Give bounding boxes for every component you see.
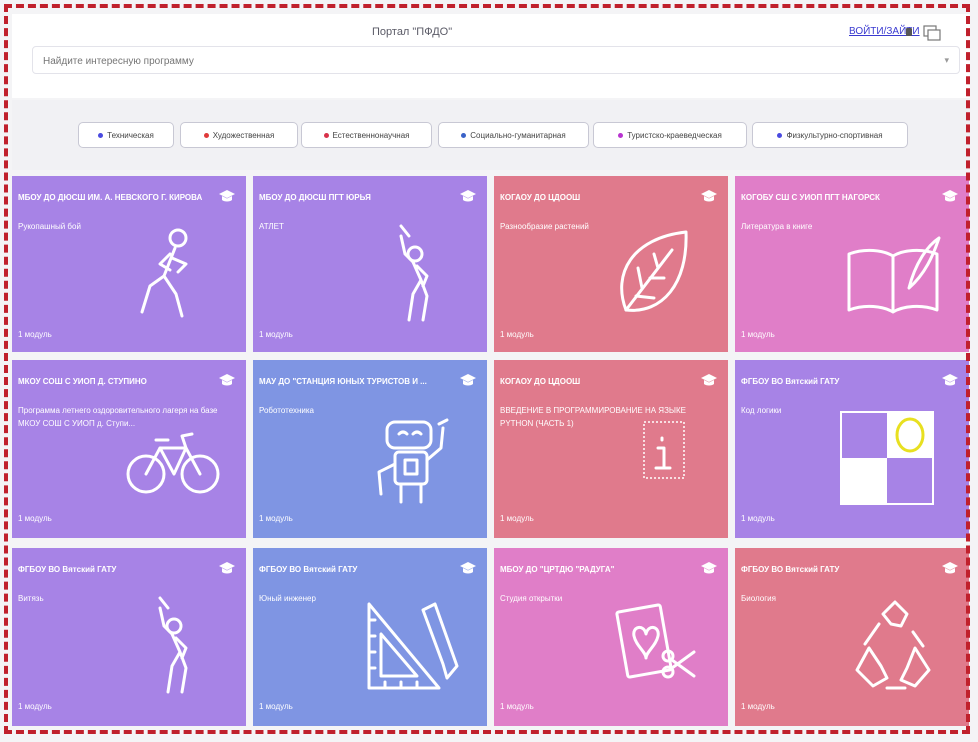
portal-title: Портал "ПФДО" <box>372 26 453 38</box>
graduation-cap-icon <box>460 562 476 574</box>
graduation-cap-icon <box>942 374 958 386</box>
filter-color-dot <box>203 132 209 138</box>
card-modules-count: 1 модуль <box>259 330 293 339</box>
program-card[interactable]: КОГАОУ ДО ЦДООШ ВВЕДЕНИЕ В ПРОГРАММИРОВАН… <box>494 360 728 538</box>
filter-color-dot <box>98 132 104 138</box>
leaf-icon <box>620 230 688 312</box>
program-card[interactable]: МБОУ ДО ДЮСШ ПГТ ЮРЬЯ АТЛЕТ 1 модуль <box>253 176 487 352</box>
graduation-cap-icon <box>942 190 958 202</box>
filter-color-dot <box>777 132 783 138</box>
athlete-icon <box>399 224 429 322</box>
book-icon <box>847 236 941 314</box>
user-icon[interactable] <box>920 24 942 42</box>
card-org-name: ФГБОУ ВО Вятский ГАТУ <box>259 565 358 574</box>
program-card[interactable]: ФГБОУ ВО Вятский ГАТУ Биология 1 модуль <box>735 548 969 726</box>
fighter-icon <box>140 228 188 318</box>
filter-chip[interactable]: Естественнонаучная <box>301 122 432 148</box>
card-org-name: МАУ ДО "СТАНЦИЯ ЮНЫХ ТУРИСТОВ И ... <box>259 377 427 386</box>
filter-chip-label: Художественная <box>212 130 275 140</box>
card-scissors-icon <box>615 603 696 679</box>
filter-color-dot <box>618 132 624 138</box>
graduation-cap-icon <box>219 374 235 386</box>
card-org-name: МБОУ ДО ДЮСШ ИМ. А. НЕВСКОГО Г. КИРОВА <box>18 193 203 202</box>
robot-icon <box>377 418 449 504</box>
search-input[interactable] <box>41 48 925 74</box>
graduation-cap-icon <box>219 190 235 202</box>
program-card[interactable]: МАУ ДО "СТАНЦИЯ ЮНЫХ ТУРИСТОВ И ... Робот… <box>253 360 487 538</box>
card-org-name: ФГБОУ ВО Вятский ГАТУ <box>741 377 840 386</box>
card-org-name: МБОУ ДО "ЦРТДЮ "РАДУГА" <box>500 565 615 574</box>
card-modules-count: 1 модуль <box>18 514 52 523</box>
card-modules-count: 1 модуль <box>500 702 534 711</box>
program-card[interactable]: МКОУ СОШ С УИОП Д. СТУПИНО Программа летн… <box>12 360 246 538</box>
recycle-icon <box>855 600 931 690</box>
card-org-name: ФГБОУ ВО Вятский ГАТУ <box>18 565 117 574</box>
filter-chip[interactable]: Социально-гуманитарная <box>438 122 589 148</box>
program-card[interactable]: ФГБОУ ВО Вятский ГАТУ Юный инженер 1 модул… <box>253 548 487 726</box>
program-card[interactable]: МБОУ ДО "ЦРТДЮ "РАДУГА" Студия открытки 1 … <box>494 548 728 726</box>
graduation-cap-icon <box>701 562 717 574</box>
filter-chip[interactable]: Техническая <box>78 122 174 148</box>
graduation-cap-icon <box>701 190 717 202</box>
filter-chip[interactable]: Физкультурно-спортивная <box>752 122 908 148</box>
filter-color-dot <box>323 132 329 138</box>
menu-icon[interactable] <box>906 28 912 36</box>
program-card[interactable]: ФГБОУ ВО Вятский ГАТУ Витязь 1 модуль <box>12 548 246 726</box>
info-icon <box>643 421 685 479</box>
program-card[interactable]: ФГБОУ ВО Вятский ГАТУ Код логики 1 модуль <box>735 360 969 538</box>
athlete-icon <box>158 596 188 694</box>
filter-chip-label: Туристско-краеведческая <box>627 130 722 140</box>
card-org-name: МБОУ ДО ДЮСШ ПГТ ЮРЬЯ <box>259 193 371 202</box>
card-org-name: КОГОБУ СШ С УИОП ПГТ НАГОРСК <box>741 193 880 202</box>
card-org-name: МКОУ СОШ С УИОП Д. СТУПИНО <box>18 377 147 386</box>
program-card[interactable]: МБОУ ДО ДЮСШ ИМ. А. НЕВСКОГО Г. КИРОВА Ру… <box>12 176 246 352</box>
graduation-cap-icon <box>701 374 717 386</box>
program-card[interactable]: КОГАОУ ДО ЦДООШ Разнообразие растений 1 мо… <box>494 176 728 352</box>
filter-chip[interactable]: Художественная <box>180 122 298 148</box>
card-org-name: КОГАОУ ДО ЦДООШ <box>500 377 581 386</box>
program-card[interactable]: КОГОБУ СШ С УИОП ПГТ НАГОРСК Литература в… <box>735 176 969 352</box>
filter-chip-label: Естественнонаучная <box>332 130 410 140</box>
filter-color-dot <box>461 132 467 138</box>
search-box[interactable]: ▾ <box>32 46 960 74</box>
card-modules-count: 1 модуль <box>741 702 775 711</box>
logic-grid-icon <box>840 411 934 505</box>
card-modules-count: 1 модуль <box>18 330 52 339</box>
graduation-cap-icon <box>219 562 235 574</box>
card-modules-count: 1 модуль <box>500 514 534 523</box>
card-modules-count: 1 модуль <box>259 514 293 523</box>
filter-chip-label: Техническая <box>107 130 154 140</box>
card-org-name: КОГАОУ ДО ЦДООШ <box>500 193 581 202</box>
card-modules-count: 1 модуль <box>500 330 534 339</box>
card-modules-count: 1 модуль <box>741 514 775 523</box>
card-org-name: ФГБОУ ВО Вятский ГАТУ <box>741 565 840 574</box>
filter-chip[interactable]: Туристско-краеведческая <box>593 122 747 148</box>
filter-chip-label: Социально-гуманитарная <box>470 130 566 140</box>
bicycle-icon <box>126 432 220 494</box>
ruler-pencil-icon <box>367 602 459 690</box>
card-modules-count: 1 модуль <box>259 702 293 711</box>
graduation-cap-icon <box>942 562 958 574</box>
filter-chip-label: Физкультурно-спортивная <box>786 130 883 140</box>
card-modules-count: 1 модуль <box>741 330 775 339</box>
graduation-cap-icon <box>460 374 476 386</box>
card-modules-count: 1 модуль <box>18 702 52 711</box>
chevron-down-icon[interactable]: ▾ <box>944 55 949 66</box>
graduation-cap-icon <box>460 190 476 202</box>
